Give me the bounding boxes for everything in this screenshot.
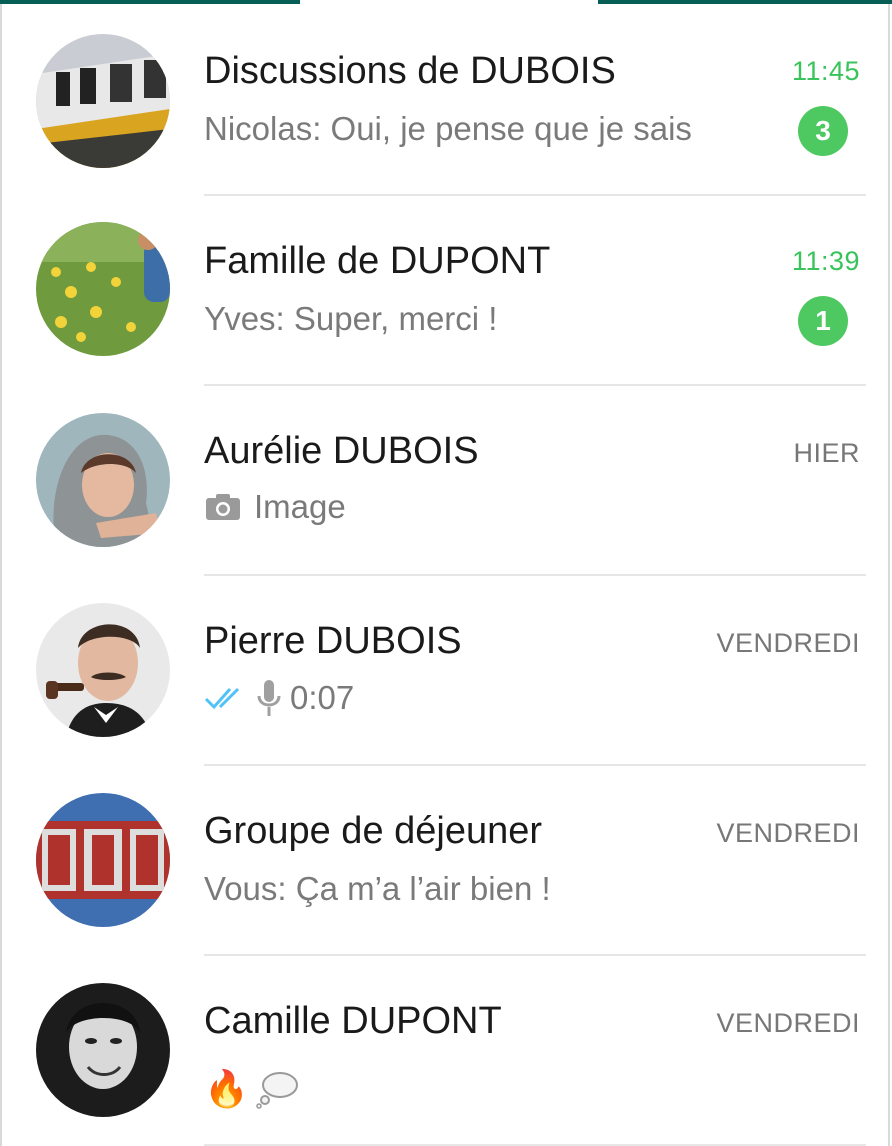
- avatar[interactable]: [36, 983, 170, 1117]
- chat-row-famille-dupont[interactable]: Famille de DUPONT 11:39 Yves: Super, mer…: [0, 190, 892, 386]
- man-pipe-photo: [36, 603, 170, 737]
- chat-time: 11:39: [791, 246, 860, 276]
- chat-preview: 0:07: [290, 679, 355, 716]
- chat-preview: Nicolas: Oui, je pense que je sais: [204, 110, 692, 147]
- woman-portrait-photo: [36, 983, 170, 1117]
- chat-preview-row: 🔥: [204, 1068, 299, 1110]
- avatar[interactable]: [36, 603, 170, 737]
- avatar[interactable]: [36, 222, 170, 356]
- boat-photo: [36, 34, 170, 168]
- chat-name: Aurélie DUBOIS: [204, 430, 479, 472]
- camera-icon: [206, 494, 240, 520]
- chat-name: Discussions de DUBOIS: [204, 50, 616, 92]
- chat-preview: Yves: Super, merci !: [204, 300, 498, 337]
- chat-time: HIER: [793, 438, 860, 468]
- avatar[interactable]: [36, 34, 170, 168]
- chat-time: VENDREDI: [716, 1008, 860, 1038]
- chat-time: VENDREDI: [716, 818, 860, 848]
- chat-name: Famille de DUPONT: [204, 240, 551, 282]
- fire-emoji: 🔥: [204, 1069, 249, 1110]
- chat-preview-row: Image: [204, 488, 346, 526]
- chat-time: 11:45: [791, 56, 860, 86]
- chat-row-pierre-dubois[interactable]: Pierre DUBOIS VENDREDI 0:07: [0, 570, 892, 766]
- unread-badge: 3: [798, 106, 848, 156]
- chat-row-camille-dupont[interactable]: Camille DUPONT VENDREDI 🔥: [0, 950, 892, 1146]
- chat-name: Camille DUPONT: [204, 1000, 502, 1042]
- chat-preview: Image: [254, 488, 346, 525]
- chat-name: Pierre DUBOIS: [204, 620, 462, 662]
- woman-hood-photo: [36, 413, 170, 547]
- chat-preview: Vous: Ça m’a l’air bien !: [204, 870, 551, 907]
- avatar[interactable]: [36, 793, 170, 927]
- eat-sign-photo: [36, 793, 170, 927]
- double-check-icon: [204, 687, 240, 710]
- chat-name: Groupe de déjeuner: [204, 810, 543, 852]
- chat-preview-row: 0:07: [204, 678, 354, 718]
- chat-row-discussions-dubois[interactable]: Discussions de DUBOIS 11:45 Nicolas: Oui…: [0, 0, 892, 196]
- chat-row-groupe-dejeuner[interactable]: Groupe de déjeuner VENDREDI Vous: Ça m’a…: [0, 760, 892, 956]
- avatar[interactable]: [36, 413, 170, 547]
- chat-row-aurelie-dubois[interactable]: Aurélie DUBOIS HIER Image: [0, 380, 892, 576]
- flowers-child-photo: [36, 222, 170, 356]
- chat-time: VENDREDI: [716, 628, 860, 658]
- microphone-icon: [257, 680, 281, 716]
- unread-badge: 1: [798, 296, 848, 346]
- thought-bubble-icon: [256, 1072, 298, 1109]
